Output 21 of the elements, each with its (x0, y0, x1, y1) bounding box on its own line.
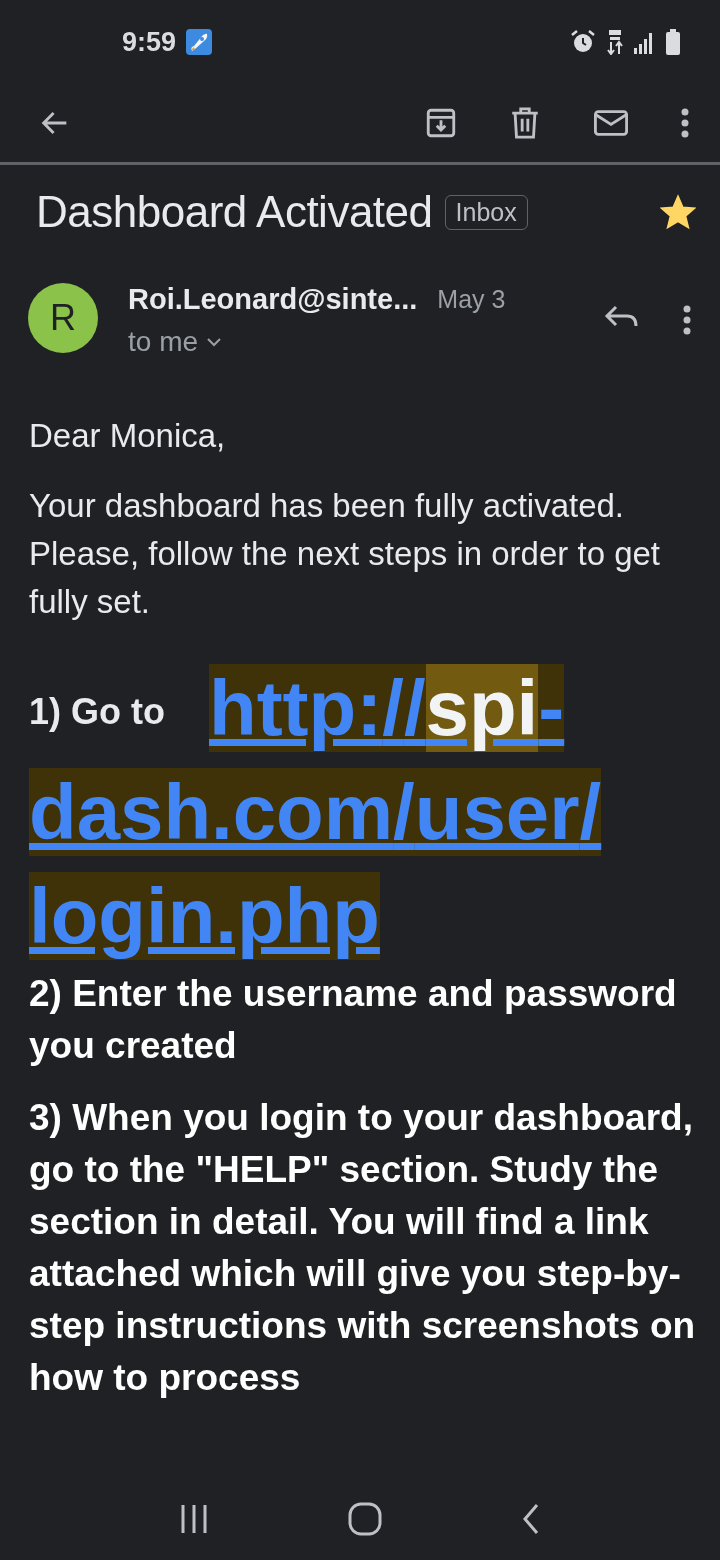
greeting-text: Dear Monica, (29, 416, 227, 456)
star-button[interactable] (660, 194, 696, 230)
intro-paragraph: Your dashboard has been fully activated. Please, follow the next steps in order to get fully set. (29, 486, 662, 622)
alarm-icon (570, 29, 596, 55)
more-options-icon[interactable] (682, 303, 692, 337)
archive-icon[interactable] (424, 106, 458, 140)
inbox-label[interactable]: Inbox (444, 194, 528, 230)
battery-icon (666, 29, 680, 55)
recipient-details-button[interactable]: to me (128, 326, 598, 358)
data-arrows-icon (606, 29, 624, 55)
rocket-app-icon (186, 29, 213, 55)
sender-name: Roi.Leonard@sinte... (128, 283, 418, 316)
email-subject: Dashboard Activated (36, 187, 433, 237)
step-text: 1) Go to (29, 690, 165, 734)
email-date: May 3 (437, 285, 506, 314)
more-options-icon[interactable] (680, 106, 690, 140)
status-time: 9:59 (122, 26, 177, 58)
step-text: 3) When you login to your dashboard, go to the "HELP" section. Study the section in detail. You will find a link attached which will give you step-by-step instructions with screenshots on how to process (29, 1096, 697, 1400)
sender-avatar[interactable]: R (28, 283, 98, 353)
chevron-down-icon[interactable] (206, 337, 223, 347)
step-text: 2) Enter the username and password you created (29, 972, 678, 1068)
